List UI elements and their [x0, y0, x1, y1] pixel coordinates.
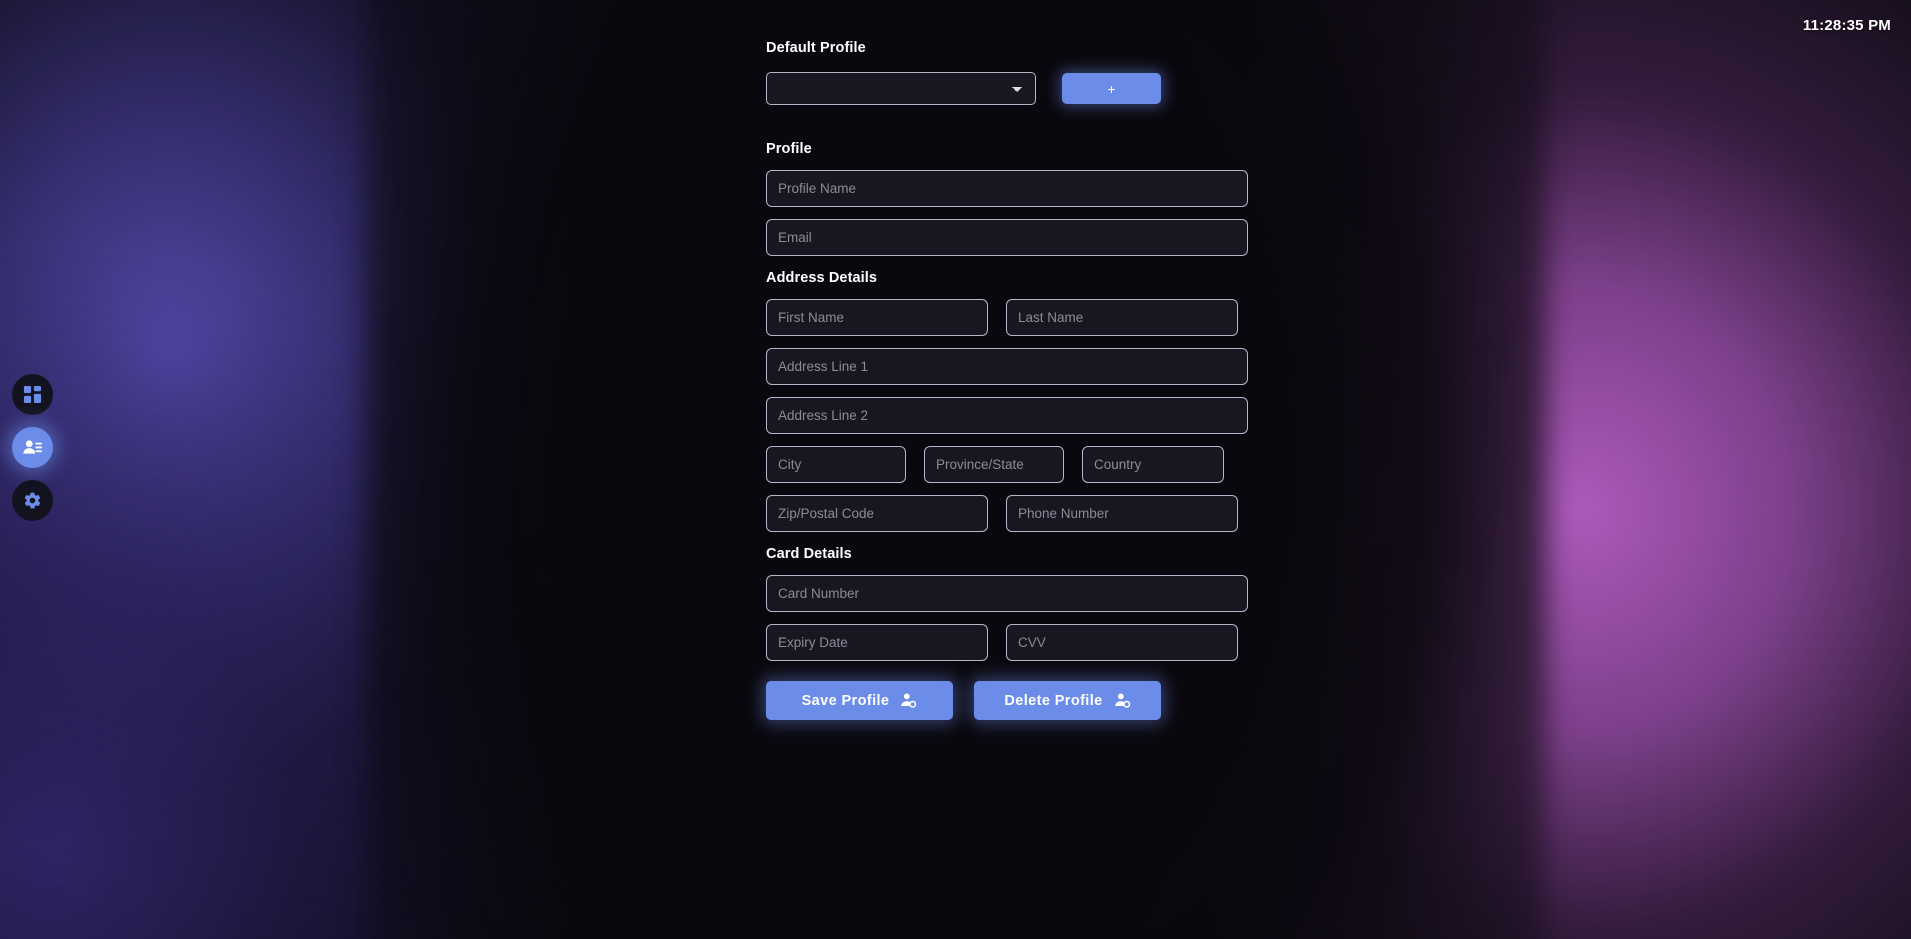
- address-line-1-input[interactable]: [766, 348, 1248, 385]
- grid-icon: [23, 385, 42, 404]
- person-check-icon: [900, 692, 917, 709]
- city-input[interactable]: [766, 446, 906, 483]
- sidebar-item-profiles[interactable]: [12, 427, 53, 468]
- sidebar-item-settings[interactable]: [12, 480, 53, 521]
- last-name-input[interactable]: [1006, 299, 1238, 336]
- card-number-row: [766, 575, 1248, 612]
- phone-number-input[interactable]: [1006, 495, 1238, 532]
- clock: 11:28:35 PM: [1802, 17, 1891, 34]
- country-input[interactable]: [1082, 446, 1224, 483]
- sidebar-item-dashboard[interactable]: [12, 374, 53, 415]
- profile-form: Default Profile + Profile Address Detail…: [766, 0, 1248, 720]
- email-input[interactable]: [766, 219, 1248, 256]
- expiry-date-input[interactable]: [766, 624, 988, 661]
- profile-name-input[interactable]: [766, 170, 1248, 207]
- add-profile-button[interactable]: +: [1062, 73, 1161, 104]
- gear-icon: [23, 491, 42, 510]
- address-line-2-input[interactable]: [766, 397, 1248, 434]
- profile-name-row: [766, 170, 1248, 207]
- person-remove-icon: [1114, 692, 1131, 709]
- contact-card-icon: [22, 437, 43, 458]
- profile-section-title: Profile: [766, 141, 812, 157]
- card-number-input[interactable]: [766, 575, 1248, 612]
- default-profile-select[interactable]: [766, 72, 1036, 105]
- address2-row: [766, 397, 1248, 434]
- default-profile-title: Default Profile: [766, 40, 866, 56]
- email-row: [766, 219, 1248, 256]
- delete-profile-button[interactable]: Delete Profile: [974, 681, 1161, 720]
- name-row: [766, 299, 1248, 336]
- save-profile-button[interactable]: Save Profile: [766, 681, 953, 720]
- expiry-cvv-row: [766, 624, 1248, 661]
- first-name-input[interactable]: [766, 299, 988, 336]
- city-row: [766, 446, 1248, 483]
- address-section-title: Address Details: [766, 270, 878, 286]
- zip-postal-code-input[interactable]: [766, 495, 988, 532]
- zip-phone-row: [766, 495, 1248, 532]
- address1-row: [766, 348, 1248, 385]
- sidebar: [12, 374, 68, 521]
- action-buttons: Save Profile Delete Profile: [766, 681, 1248, 720]
- default-profile-row: +: [766, 72, 1248, 105]
- cvv-input[interactable]: [1006, 624, 1238, 661]
- province-state-input[interactable]: [924, 446, 1064, 483]
- save-profile-label: Save Profile: [801, 692, 890, 709]
- delete-profile-label: Delete Profile: [1004, 692, 1103, 709]
- card-section-title: Card Details: [766, 546, 852, 562]
